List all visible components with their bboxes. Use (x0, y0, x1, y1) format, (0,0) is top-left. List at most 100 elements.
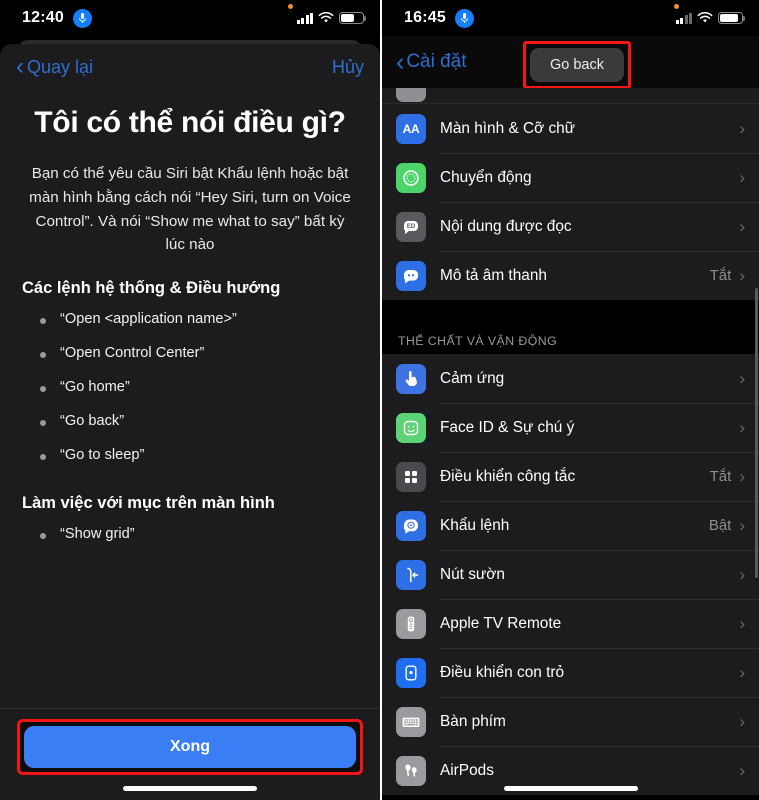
done-button[interactable]: Xong (24, 726, 356, 768)
list-item-label: “Open <application name>” (60, 310, 237, 327)
row-label: Mô tả âm thanh (440, 266, 547, 284)
list-item: “Go home” (22, 370, 358, 404)
list-item-label: “Go back” (60, 412, 125, 429)
settings-row-switch-control[interactable]: Điều khiển công tắc Tắt › (382, 452, 759, 501)
chevron-right-icon: › (739, 417, 745, 437)
bullet-dot-icon (40, 419, 46, 426)
switch-control-icon (396, 461, 426, 492)
left-status-bar: 12:40 (0, 0, 380, 36)
intro-paragraph: Bạn có thể yêu cầu Siri bật Khẩu lệnh ho… (29, 165, 351, 254)
row-label: Face ID & Sự chú ý (440, 418, 575, 436)
chevron-right-icon: › (739, 466, 745, 486)
face-id-icon (396, 412, 426, 443)
orange-recording-dot (674, 4, 679, 9)
left-status-indicators (296, 12, 367, 24)
settings-back-button[interactable]: ‹ Cài đặt (396, 47, 467, 76)
wifi-icon (318, 12, 334, 23)
row-value: Tắt (709, 468, 732, 485)
microphone-icon (454, 8, 474, 28)
command-list-screen-items: “Show grid” (22, 517, 358, 551)
back-button-label: Quay lại (27, 56, 94, 77)
row-label: AirPods (440, 761, 494, 779)
right-phone-screen: 16:45 ‹ Cài đặt Go back AA Màn hình & Cỡ… (382, 0, 759, 800)
wifi-icon (697, 12, 713, 23)
settings-row-audio-description[interactable]: Mô tả âm thanh Tắt › (382, 251, 759, 300)
battery-icon (339, 12, 367, 24)
settings-row-voice-control[interactable]: Khẩu lệnh Bật › (382, 501, 759, 550)
chevron-right-icon: › (739, 760, 745, 780)
row-label: Nội dung được đọc (440, 217, 572, 235)
section-header-label: THỂ CHẤT VÀ VẬN ĐỘNG (398, 334, 558, 348)
right-status-bar: 16:45 (382, 0, 759, 36)
bullet-dot-icon (40, 385, 46, 392)
settings-row-motion[interactable]: Chuyển động › (382, 153, 759, 202)
cellular-signal-icon (675, 12, 692, 24)
back-button[interactable]: ‹ Quay lại (16, 55, 93, 79)
settings-row-touch[interactable]: Cảm ứng › (382, 354, 759, 403)
left-nav-bar: ‹ Quay lại Hủy (0, 44, 380, 90)
command-list-system: “Open <application name>” “Open Control … (22, 302, 358, 472)
go-back-highlight: Go back (523, 41, 631, 89)
partial-row-icon (396, 88, 426, 102)
settings-group-vision: AA Màn hình & Cỡ chữ › Chuyển động › ED (382, 104, 759, 300)
home-indicator (503, 786, 638, 791)
bullet-dot-icon (40, 317, 46, 324)
row-label: Điều khiển công tắc (440, 467, 576, 485)
row-value: Tắt (709, 267, 732, 284)
battery-icon (718, 12, 746, 24)
chevron-right-icon: › (739, 368, 745, 388)
list-item-label: “Go home” (60, 378, 130, 395)
keyboard-icon (396, 706, 426, 737)
row-label: Apple TV Remote (440, 614, 562, 632)
settings-row-face-id[interactable]: Face ID & Sự chú ý › (382, 403, 759, 452)
left-phone-screen: 12:40 ‹ Quay lại Hủy Tôi có thể nói điều… (0, 0, 380, 800)
settings-row-pointer-control[interactable]: Điều khiển con trỏ › (382, 648, 759, 697)
modal-sheet: ‹ Quay lại Hủy Tôi có thể nói điều gì? B… (0, 44, 380, 800)
orange-recording-dot (288, 4, 293, 9)
settings-list[interactable]: AA Màn hình & Cỡ chữ › Chuyển động › ED (382, 88, 759, 800)
settings-back-label: Cài đặt (406, 51, 467, 72)
bullet-dot-icon (40, 532, 46, 539)
chevron-right-icon: › (739, 167, 745, 187)
apple-tv-remote-icon (396, 608, 426, 639)
settings-row-apple-tv-remote[interactable]: Apple TV Remote › (382, 599, 759, 648)
list-item-label: “Show grid” (60, 525, 135, 542)
row-label: Chuyển động (440, 168, 532, 186)
section-heading: Làm việc với mục trên màn hình (22, 493, 275, 512)
bullet-dot-icon (40, 351, 46, 358)
airpods-icon (396, 755, 426, 786)
chevron-right-icon: › (739, 265, 745, 285)
list-item: “Open <application name>” (22, 302, 358, 336)
settings-group-physical-motor: Cảm ứng › Face ID & Sự chú ý › Điều khiể… (382, 354, 759, 795)
chevron-right-icon: › (739, 118, 745, 138)
list-item-label: “Open Control Center” (60, 344, 205, 361)
svg-text:ED: ED (407, 224, 416, 230)
settings-row-spoken-content[interactable]: ED Nội dung được đọc › (382, 202, 759, 251)
go-back-pill-button[interactable]: Go back (530, 48, 624, 82)
list-item: “Show grid” (22, 517, 358, 551)
chevron-left-icon: ‹ (16, 53, 24, 80)
partial-row-top (382, 88, 759, 104)
status-time: 16:45 (404, 9, 446, 26)
settings-row-side-button[interactable]: Nút sườn › (382, 550, 759, 599)
chevron-left-icon: ‹ (396, 47, 405, 76)
list-item-label: “Go to sleep” (60, 446, 145, 463)
cancel-button[interactable]: Hủy (332, 57, 364, 78)
settings-row-display-text-size[interactable]: AA Màn hình & Cỡ chữ › (382, 104, 759, 153)
side-button-icon (396, 559, 426, 590)
list-item: “Go to sleep” (22, 438, 358, 472)
display-text-size-icon: AA (396, 113, 426, 144)
cellular-signal-icon (296, 12, 313, 24)
list-item: “Go back” (22, 404, 358, 438)
row-value: Bật (708, 517, 732, 534)
chevron-right-icon: › (739, 216, 745, 236)
pointer-control-icon (396, 657, 426, 688)
done-button-highlight: Xong (17, 719, 363, 775)
left-content-scroll[interactable]: Tôi có thể nói điều gì? Bạn có thể yêu c… (0, 90, 380, 708)
settings-row-keyboard[interactable]: Bàn phím › (382, 697, 759, 746)
home-indicator (123, 786, 257, 791)
page-title: Tôi có thể nói điều gì? (34, 106, 346, 139)
vertical-scrollbar[interactable] (754, 288, 758, 578)
row-label: Điều khiển con trỏ (440, 663, 565, 681)
list-item: “Open Control Center” (22, 336, 358, 370)
